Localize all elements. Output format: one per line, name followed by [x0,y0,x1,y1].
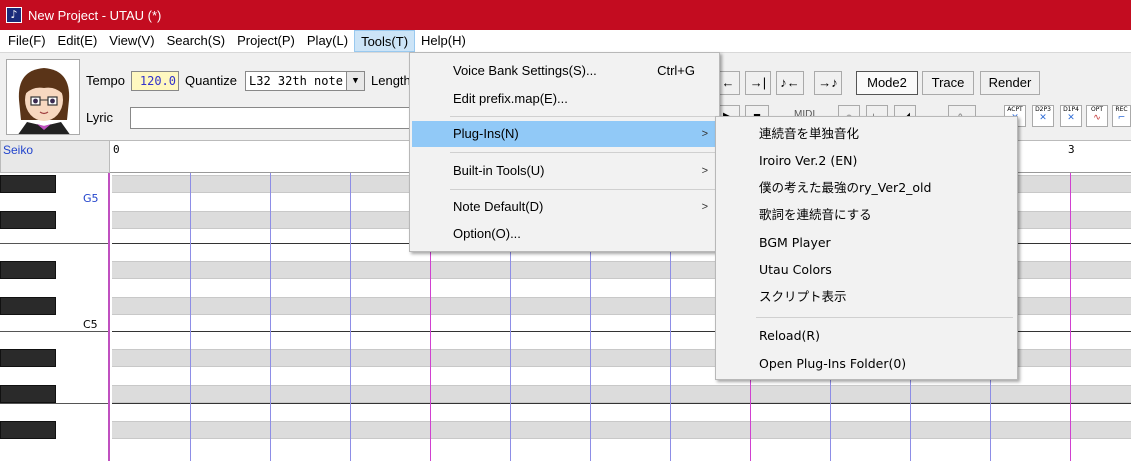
plugin-item[interactable]: スクリプト表示 [718,283,1015,310]
key-label-c5: C5 [83,318,98,331]
menu-note-default[interactable]: Note Default(D) > [412,194,717,220]
menu-built-in-tools[interactable]: Built-in Tools(U) > [412,158,717,184]
tempo-label: Tempo [86,73,126,88]
menu-edit-prefix-map[interactable]: Edit prefix.map(E)... [412,86,717,112]
d1p4-label: D1P4 [1063,106,1079,113]
grid-row [112,421,1131,439]
black-key[interactable] [0,385,56,403]
menu-separator [756,317,1013,318]
note-default-label: Note Default(D) [453,199,544,214]
menu-separator [450,189,715,190]
black-key[interactable] [0,421,56,439]
menu-file[interactable]: File(F) [2,30,52,52]
menu-tools[interactable]: Tools(T) [354,30,416,52]
menu-view[interactable]: View(V) [103,30,160,52]
plugin-item[interactable]: Utau Colors [718,256,1015,283]
reload-plugins-item[interactable]: Reload(R) [718,322,1015,349]
note-prev-icon[interactable]: ♪← [776,71,804,95]
menu-plug-ins[interactable]: Plug-Ins(N) > [412,121,717,147]
trace-button[interactable]: Trace [922,71,974,95]
title-bar: ♪ New Project - UTAU (*) [0,0,1131,30]
ruler-label-3: 3 [1068,143,1075,156]
voice-bank-settings-shortcut: Ctrl+G [657,63,695,78]
note-next-icon[interactable]: →♪ [814,71,842,95]
chevron-down-icon[interactable]: ▼ [346,72,364,90]
bar-line [1070,173,1071,461]
menu-edit[interactable]: Edit(E) [52,30,104,52]
tempo-input[interactable]: 120.0 [131,71,179,91]
key-divider [0,403,108,404]
beat-line [350,173,351,461]
window-title: New Project - UTAU (*) [28,7,162,23]
voice-bank-settings-label: Voice Bank Settings(S)... [453,63,597,78]
quantize-select[interactable]: L32 32th note ▼ [245,71,365,91]
menu-option[interactable]: Option(O)... [412,221,717,247]
menu-project[interactable]: Project(P) [231,30,301,52]
plugin-item[interactable]: BGM Player [718,229,1015,256]
black-key[interactable] [0,175,56,193]
key-divider [0,243,108,244]
plugins-submenu: 連続音を単独音化 Iroiro Ver.2 (EN) 僕の考えた最強のry_Ve… [715,116,1018,380]
quantize-label: Quantize [185,73,238,88]
grid-row [112,385,1131,403]
plugin-item[interactable]: 連続音を単独音化 [718,120,1015,147]
plugin-item[interactable]: Iroiro Ver.2 (EN) [718,147,1015,174]
track-name[interactable]: Seiko [0,140,110,173]
plugin-item[interactable]: 歌詞を連続音にする [718,201,1015,228]
tools-menu: Voice Bank Settings(S)... Ctrl+G Edit pr… [409,52,720,252]
black-key[interactable] [0,211,56,229]
length-label: Length [371,73,411,88]
render-button[interactable]: Render [980,71,1040,95]
mode2-button[interactable]: Mode2 [856,71,918,95]
plug-ins-label: Plug-Ins(N) [453,126,519,141]
piano-keys[interactable]: G5 C5 [0,173,110,461]
menu-voice-bank-settings[interactable]: Voice Bank Settings(S)... Ctrl+G [412,58,717,84]
menu-bar: File(F) Edit(E) View(V) Search(S) Projec… [0,30,1131,52]
option-label: Option(O)... [453,226,521,241]
key-label-g5: G5 [83,192,99,205]
d1p4-envelope-icon[interactable]: D1P4 ✕ [1060,105,1082,127]
opt-envelope-icon[interactable]: OPT ∿ [1086,105,1108,127]
key-divider [0,331,108,332]
d2p3-label: D2P3 [1035,106,1051,113]
quantize-value: L32 32th note [249,74,343,88]
black-key[interactable] [0,297,56,315]
octave-line [112,403,1131,404]
ruler-label-0: 0 [113,143,120,156]
menu-play[interactable]: Play(L) [301,30,354,52]
chevron-right-icon: > [701,165,708,177]
lyric-label: Lyric [86,110,113,125]
black-key[interactable] [0,261,56,279]
lyric-input[interactable] [130,107,420,129]
menu-search[interactable]: Search(S) [161,30,232,52]
utau-app-icon: ♪ [6,7,22,23]
jump-end-icon[interactable]: →| [745,71,771,95]
built-in-tools-label: Built-in Tools(U) [453,163,545,178]
voicebank-avatar[interactable] [6,59,80,135]
chevron-right-icon: > [701,201,708,213]
beat-line [190,173,191,461]
open-plugins-folder-item[interactable]: Open Plug-Ins Folder(0) [718,350,1015,377]
menu-separator [450,152,715,153]
edit-prefix-map-label: Edit prefix.map(E)... [453,91,568,106]
beat-line [270,173,271,461]
rec-label: REC [1115,106,1128,113]
plugin-item[interactable]: 僕の考えた最強のry_Ver2_old [718,174,1015,201]
chevron-right-icon: > [701,128,708,140]
black-key[interactable] [0,349,56,367]
menu-help[interactable]: Help(H) [415,30,472,52]
acpt-label: ACPT [1007,106,1023,113]
opt-label: OPT [1090,106,1103,113]
rec-envelope-icon[interactable]: REC ⌐ [1112,105,1131,127]
menu-separator [450,116,715,117]
d2p3-envelope-icon[interactable]: D2P3 ✕ [1032,105,1054,127]
